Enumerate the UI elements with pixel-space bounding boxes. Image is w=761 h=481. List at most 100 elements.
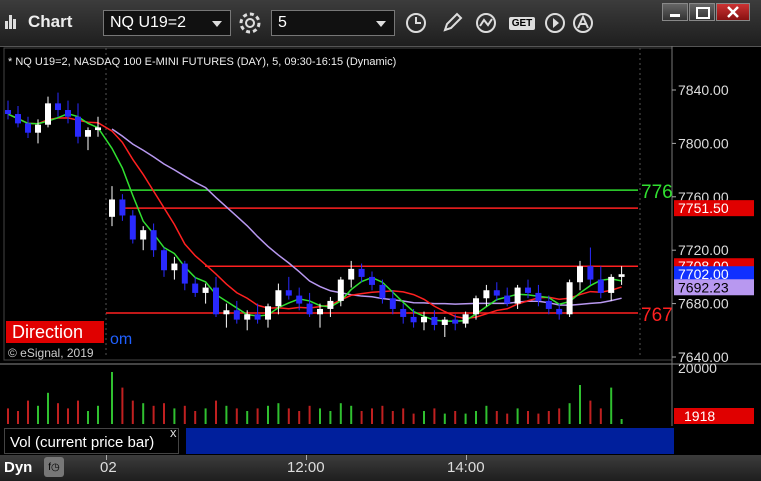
chart-app-icon (5, 15, 17, 29)
volume-bar (599, 408, 602, 424)
volume-bar (391, 411, 394, 424)
alert-button[interactable] (568, 10, 598, 36)
studies-button[interactable] (472, 10, 502, 36)
time-button[interactable] (402, 10, 432, 36)
close-study-icon[interactable]: x (170, 425, 177, 440)
candle (109, 199, 115, 217)
xtick-label: 02 (100, 459, 117, 476)
clock-icon (406, 13, 426, 33)
volume-bar (589, 400, 592, 424)
settings-button[interactable] (235, 10, 265, 36)
volume-bar (402, 408, 405, 424)
dynamic-label[interactable]: Dyn (4, 459, 32, 476)
toolbar: Chart NQ U19=2 5 GET (0, 0, 761, 47)
symbol-value: NQ U19=2 (110, 14, 187, 31)
candle (525, 287, 531, 293)
volume-bar (527, 411, 529, 424)
candle (275, 290, 282, 307)
volume-bar (121, 387, 124, 424)
chart-window: Chart NQ U19=2 5 GET 7840.00 7800.00 776… (0, 0, 761, 481)
volume-bar (516, 408, 519, 424)
candle (473, 298, 479, 315)
candle (379, 284, 386, 299)
direction-link-text[interactable]: om (110, 331, 132, 348)
volume-bar (27, 400, 29, 424)
volume-bar (246, 411, 249, 424)
volume-bar (610, 387, 613, 424)
volume-bar (423, 411, 425, 424)
volume-bar (475, 411, 477, 424)
candle (95, 127, 101, 131)
window-title: Chart (28, 12, 73, 31)
volume-bar (298, 411, 301, 424)
candle (327, 300, 334, 309)
get-button[interactable]: GET (505, 10, 539, 36)
chevron-down-icon[interactable] (376, 21, 386, 27)
candle (369, 276, 375, 285)
close-button[interactable] (716, 3, 750, 21)
level-label-red: 767 (641, 305, 673, 326)
volume-label-bar (186, 428, 674, 454)
volume-bar (558, 408, 561, 424)
volume-bar (111, 372, 113, 424)
price-tag-ma: 7692.23 (678, 279, 729, 295)
volume-bar (163, 403, 165, 424)
volume-bar (454, 411, 457, 424)
xtick-label: 14:00 (447, 459, 485, 476)
y-tick-label: 7720.00 (678, 242, 729, 258)
volume-bar (225, 405, 228, 424)
volume-current-value: 1918 (684, 408, 715, 424)
candle (545, 300, 552, 309)
minimize-icon (670, 14, 680, 17)
candle (233, 310, 240, 320)
volume-bar (67, 408, 69, 424)
candle (85, 130, 91, 137)
get-label: GET (508, 16, 536, 30)
volume-bar (17, 411, 19, 424)
volume-study-label[interactable]: Vol (current price bar) (4, 428, 179, 454)
candle (577, 266, 583, 283)
candle (431, 316, 438, 325)
interval-select[interactable]: 5 (271, 10, 395, 36)
candle (181, 263, 188, 284)
candle (441, 319, 448, 325)
minimize-button[interactable] (662, 3, 688, 21)
candle (129, 215, 136, 240)
alert-icon (573, 13, 593, 33)
pencil-icon (443, 12, 463, 32)
candle (587, 266, 594, 280)
candle (462, 314, 469, 324)
volume-bar (485, 405, 488, 424)
xtick-label: 12:00 (287, 459, 325, 476)
candle (608, 276, 615, 293)
volume-bar (495, 411, 498, 424)
lock-icon[interactable]: f◷ (44, 457, 64, 477)
symbol-input[interactable]: NQ U19=2 (103, 10, 231, 36)
candle (535, 292, 542, 301)
candle (55, 103, 61, 111)
volume-bar (235, 408, 238, 424)
close-icon (727, 6, 739, 18)
volume-bar (204, 408, 207, 424)
candle (202, 287, 209, 293)
maximize-button[interactable] (689, 3, 715, 21)
price-chart[interactable]: 7840.007800.007760.007720.007680.007640.… (0, 46, 761, 455)
volume-bar (350, 405, 353, 424)
candle (389, 298, 396, 309)
chevron-down-icon[interactable] (212, 21, 222, 27)
volume-bar (142, 403, 145, 424)
y-tick-label: 7840.00 (678, 82, 729, 98)
play-button[interactable] (540, 10, 570, 36)
volume-bar (329, 411, 332, 424)
volume-bar (183, 405, 186, 424)
draw-button[interactable] (437, 10, 467, 36)
candle (119, 199, 126, 216)
candle (45, 103, 51, 125)
candle (514, 287, 521, 304)
volume-bar (194, 411, 197, 424)
candle (348, 268, 355, 280)
y-tick-label: 7800.00 (678, 135, 729, 151)
candle (75, 116, 81, 137)
volume-bar (506, 413, 509, 424)
copyright-label: © eSignal, 2019 (8, 346, 94, 360)
